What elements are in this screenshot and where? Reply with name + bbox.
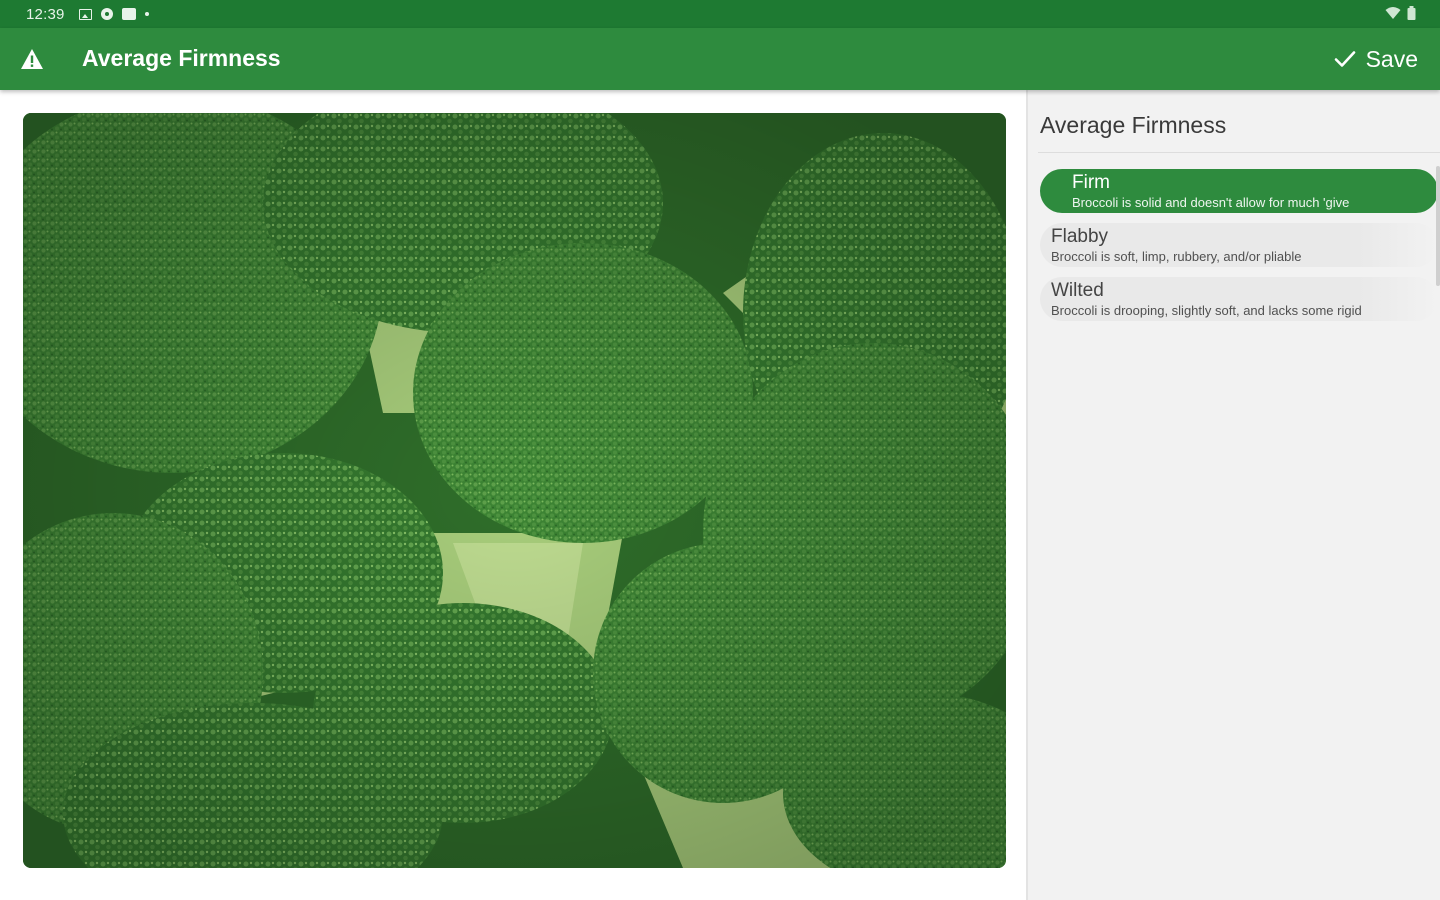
divider [1038,152,1440,153]
page-title: Average Firmness [82,45,281,71]
warning-icon[interactable] [20,48,44,70]
firmness-panel: Average Firmness Firm Broccoli is solid … [1030,90,1440,900]
wifi-icon [1385,7,1401,19]
status-time: 12:39 [26,5,65,23]
more-notifications-icon [144,12,149,16]
broccoli-photo [23,113,1006,868]
option-description: Broccoli is drooping, slightly soft, and… [1051,303,1362,318]
option-label: Wilted [1051,280,1104,301]
option-wilted[interactable]: Wilted Broccoli is drooping, slightly so… [1040,277,1438,321]
panel-title: Average Firmness [1040,112,1227,138]
save-button-label: Save [1365,45,1418,72]
photo-notification-icon [121,8,136,20]
gallery-notification-icon [78,8,92,20]
option-label: Flabby [1051,226,1109,247]
scrollbar[interactable] [1436,166,1440,286]
image-panel [0,90,1028,900]
save-button[interactable]: Save [1330,42,1422,76]
check-icon [1334,51,1355,67]
option-label: Firm [1072,172,1110,193]
status-bar: 12:39 [0,0,1440,28]
option-firm[interactable]: Firm Broccoli is solid and doesn't allow… [1040,169,1438,213]
option-description: Broccoli is solid and doesn't allow for … [1072,195,1350,210]
battery-icon [1407,6,1416,20]
firmness-options: Firm Broccoli is solid and doesn't allow… [1040,169,1438,331]
option-flabby[interactable]: Flabby Broccoli is soft, limp, rubbery, … [1040,223,1438,267]
app-notification-icon [100,8,113,20]
option-description: Broccoli is soft, limp, rubbery, and/or … [1051,249,1302,264]
system-icons [1385,6,1416,20]
app-bar: Average Firmness Save [0,28,1440,90]
notification-icons [78,8,149,20]
